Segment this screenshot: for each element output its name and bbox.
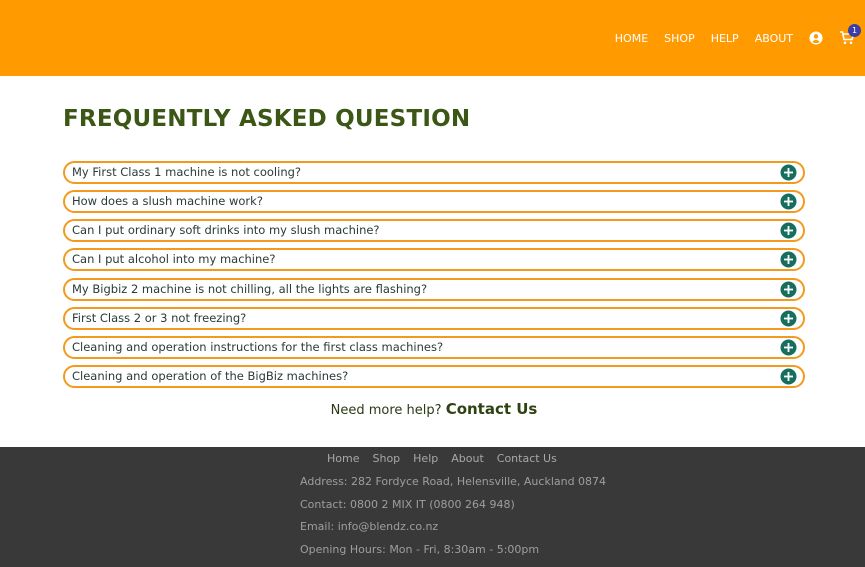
plus-circle-icon[interactable] bbox=[780, 193, 797, 210]
footer-link-help[interactable]: Help bbox=[413, 452, 438, 465]
faq-item[interactable]: Cleaning and operation instructions for … bbox=[63, 335, 805, 359]
faq-item[interactable]: My First Class 1 machine is not cooling? bbox=[63, 161, 805, 184]
nav-home[interactable]: HOME bbox=[615, 32, 648, 45]
faq-list: My First Class 1 machine is not cooling?… bbox=[63, 161, 805, 394]
nav-about[interactable]: ABOUT bbox=[755, 32, 793, 45]
footer-hours: Opening Hours: Mon - Fri, 8:30am - 5:00p… bbox=[300, 543, 540, 556]
help-text: Need more help? bbox=[330, 403, 442, 418]
user-icon[interactable] bbox=[809, 31, 823, 45]
cart-icon[interactable]: 1 bbox=[839, 24, 861, 45]
page-title: FREQUENTLY ASKED QUESTION bbox=[63, 106, 471, 132]
nav-help[interactable]: HELP bbox=[711, 32, 739, 45]
faq-question: Can I put ordinary soft drinks into my s… bbox=[72, 223, 380, 238]
faq-question: How does a slush machine work? bbox=[72, 194, 263, 209]
plus-circle-icon[interactable] bbox=[780, 368, 797, 385]
footer-nav: Home Shop Help About Contact Us bbox=[327, 452, 570, 465]
plus-circle-icon[interactable] bbox=[780, 251, 797, 268]
plus-circle-icon[interactable] bbox=[780, 222, 797, 239]
faq-question: Cleaning and operation of the BigBiz mac… bbox=[72, 368, 349, 383]
footer-link-home[interactable]: Home bbox=[327, 452, 359, 465]
plus-circle-icon[interactable] bbox=[780, 339, 797, 356]
faq-question: First Class 2 or 3 not freezing? bbox=[72, 310, 247, 325]
plus-circle-icon[interactable] bbox=[780, 310, 797, 327]
footer-link-about[interactable]: About bbox=[451, 452, 484, 465]
footer-address: Address: 282 Fordyce Road, Helensville, … bbox=[300, 475, 607, 488]
faq-item[interactable]: My Bigbiz 2 machine is not chilling, all… bbox=[63, 277, 805, 301]
faq-item[interactable]: How does a slush machine work? bbox=[63, 190, 805, 214]
faq-question: Can I put alcohol into my machine? bbox=[72, 252, 276, 267]
plus-circle-icon[interactable] bbox=[780, 281, 797, 298]
faq-question: My First Class 1 machine is not cooling? bbox=[72, 165, 302, 179]
faq-question: Cleaning and operation instructions for … bbox=[72, 339, 444, 354]
faq-question: My Bigbiz 2 machine is not chilling, all… bbox=[72, 281, 428, 296]
faq-item[interactable]: First Class 2 or 3 not freezing? bbox=[63, 306, 805, 330]
faq-item[interactable]: Cleaning and operation of the BigBiz mac… bbox=[63, 364, 805, 388]
footer-link-contact[interactable]: Contact Us bbox=[497, 452, 557, 465]
site-footer: Home Shop Help About Contact Us Address:… bbox=[0, 447, 865, 567]
footer-contact: Contact: 0800 2 MIX IT (0800 264 948) bbox=[300, 498, 515, 511]
contact-us-link[interactable]: Contact Us bbox=[446, 400, 538, 418]
faq-item[interactable]: Can I put ordinary soft drinks into my s… bbox=[63, 219, 805, 243]
faq-item[interactable]: Can I put alcohol into my machine? bbox=[63, 248, 805, 272]
help-line: Need more help? Contact Us bbox=[63, 400, 805, 418]
footer-link-shop[interactable]: Shop bbox=[372, 452, 400, 465]
nav-shop[interactable]: SHOP bbox=[664, 32, 695, 45]
cart-count-badge: 1 bbox=[848, 24, 861, 37]
main-nav: HOME SHOP HELP ABOUT 1 bbox=[599, 24, 861, 45]
plus-circle-icon[interactable] bbox=[780, 164, 797, 181]
footer-email: Email: info@blendz.co.nz bbox=[300, 520, 439, 533]
site-header: HOME SHOP HELP ABOUT 1 bbox=[0, 0, 865, 76]
